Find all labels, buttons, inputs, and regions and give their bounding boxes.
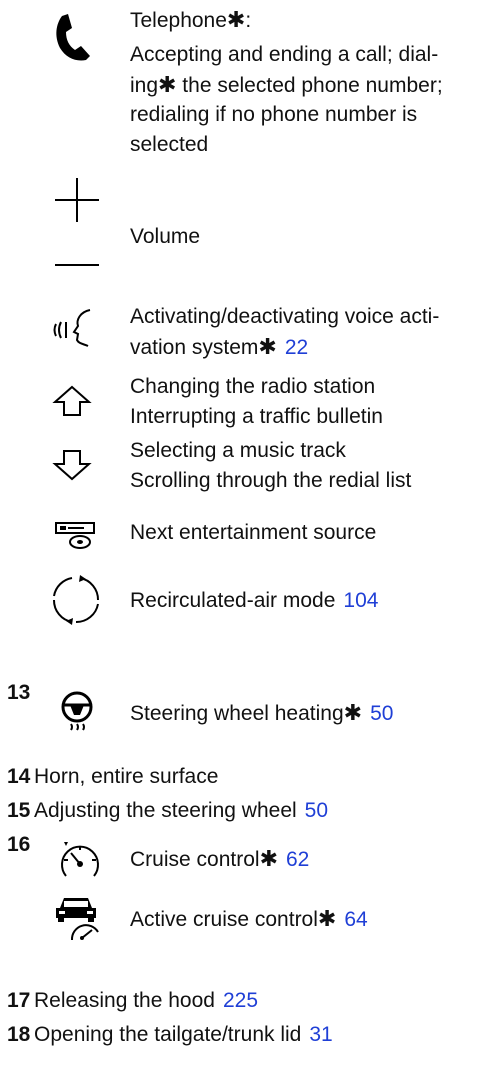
telephone-desc-line3: redialing if no phone number is	[130, 103, 418, 126]
item-17-label: Releasing the hood 225	[34, 989, 259, 1012]
item-13-number: 13	[7, 681, 31, 704]
telephone-title: Telephone✱:	[130, 7, 252, 32]
item-13-page-link[interactable]: 50	[370, 702, 393, 725]
arrow-up-icon	[52, 384, 92, 418]
item-16-number: 16	[7, 833, 31, 856]
entertainment-label: Next entertainment source	[130, 521, 377, 544]
arrows-line2: Interrupting a traffic bulletin	[130, 405, 383, 428]
phone-icon	[50, 10, 104, 64]
voice-icon	[50, 306, 96, 352]
recirc-page-link[interactable]: 104	[343, 589, 378, 612]
active-cruise-page-link[interactable]: 64	[344, 908, 367, 931]
volume-label: Volume	[130, 225, 201, 248]
item-13-label: Steering wheel heating✱ 50	[130, 700, 394, 725]
voice-line2: vation system✱ 22	[130, 334, 309, 359]
item-14-number: 14	[7, 765, 31, 788]
item-18-page-link[interactable]: 31	[309, 1023, 332, 1046]
plus-icon	[53, 176, 101, 224]
telephone-desc-line2: ing✱ the selected phone number;	[130, 72, 443, 97]
voice-page-link[interactable]: 22	[285, 336, 308, 359]
minus-icon	[53, 262, 101, 268]
speedometer-icon	[58, 840, 102, 880]
telephone-desc-line4: selected	[130, 133, 209, 156]
media-source-icon	[54, 520, 100, 550]
recirculation-icon	[50, 574, 102, 626]
item-17-page-link[interactable]: 225	[223, 989, 258, 1012]
item-18-label: Opening the tailgate/trunk lid 31	[34, 1023, 333, 1046]
item-16-page-link[interactable]: 62	[286, 848, 309, 871]
item-18-number: 18	[7, 1023, 31, 1046]
item-17-number: 17	[7, 989, 31, 1012]
telephone-desc-line1: Accepting and ending a call; dial-	[130, 43, 439, 66]
recirc-label: Recirculated-air mode 104	[130, 589, 379, 612]
item-16-label: Cruise control✱ 62	[130, 846, 310, 871]
active-cruise-icon	[52, 892, 104, 944]
item-15-number: 15	[7, 799, 31, 822]
arrows-line4: Scrolling through the redial list	[130, 469, 412, 492]
active-cruise-label: Active cruise control✱ 64	[130, 906, 368, 931]
item-15-label: Adjusting the steering wheel 50	[34, 799, 329, 822]
arrows-line3: Selecting a music track	[130, 439, 346, 462]
arrow-down-icon	[52, 448, 92, 482]
steering-heat-icon	[60, 690, 94, 734]
voice-line1: Activating/deactivating voice acti-	[130, 305, 440, 328]
arrows-line1: Changing the radio station	[130, 375, 376, 398]
item-15-page-link[interactable]: 50	[305, 799, 328, 822]
item-14-label: Horn, entire surface	[34, 765, 219, 788]
